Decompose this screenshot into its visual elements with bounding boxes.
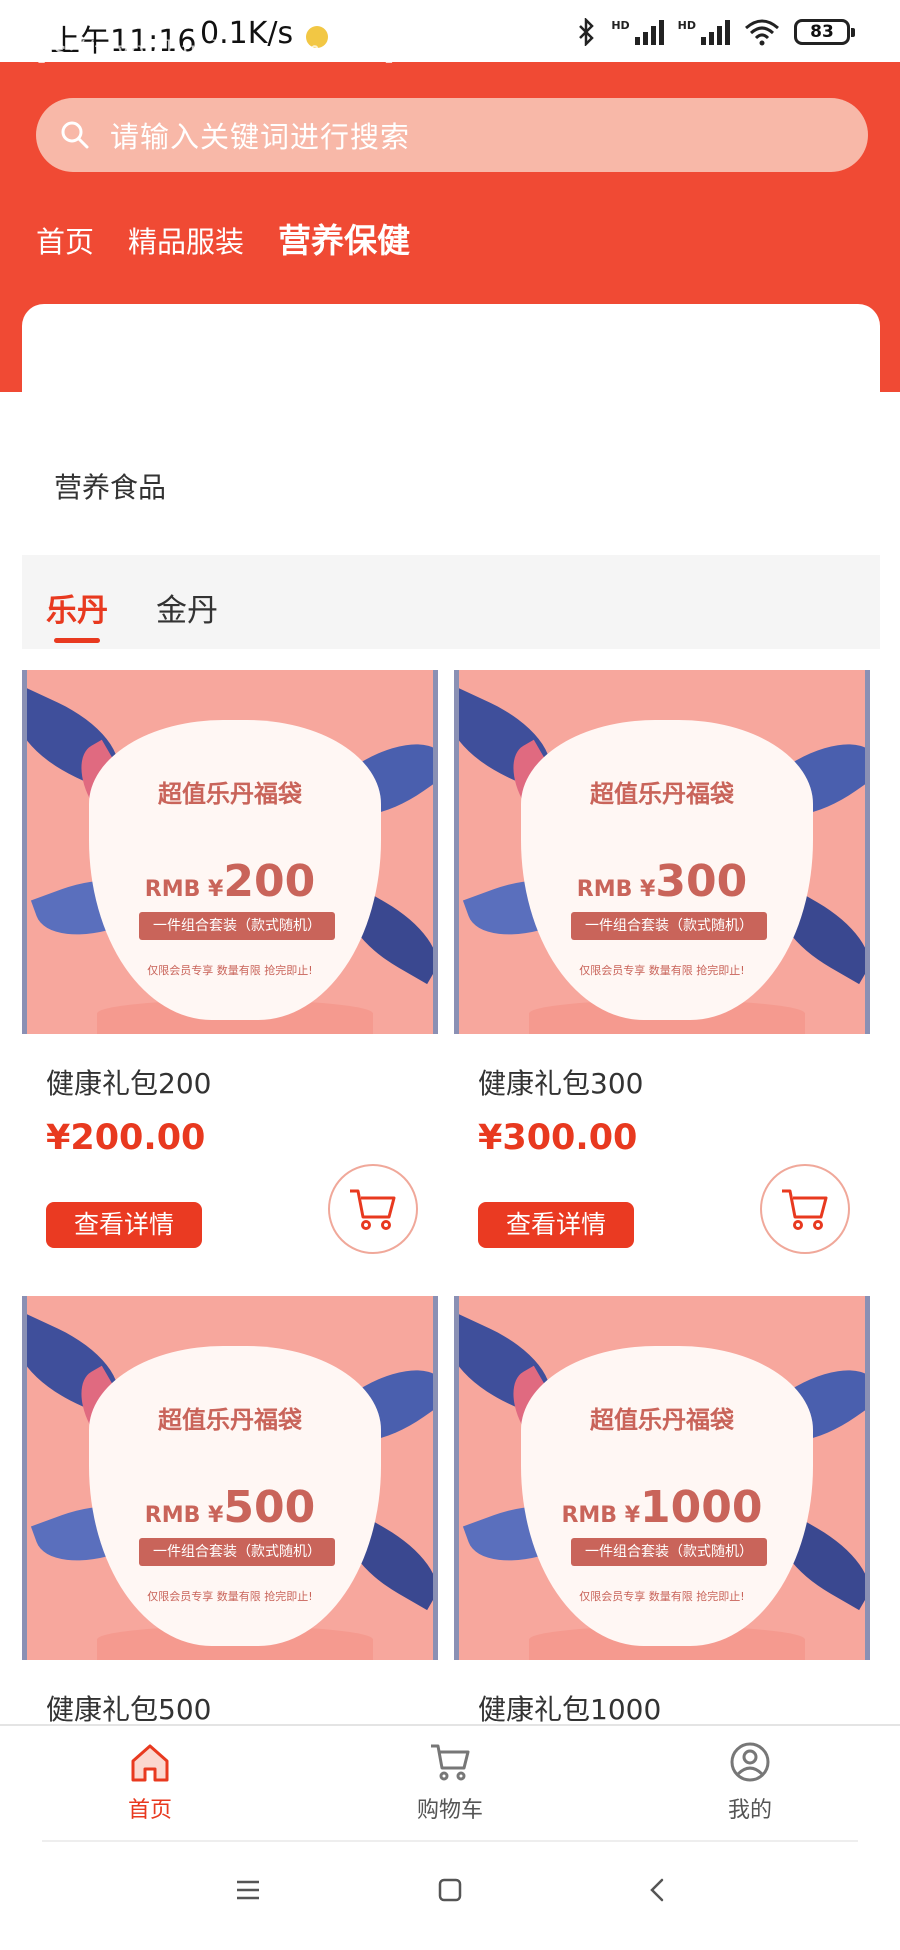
tabbar-label-home: 首页: [127, 1798, 172, 1823]
product-name[interactable]: 健康礼包1000: [478, 1688, 661, 1728]
search-icon: [61, 121, 89, 149]
banner-card: [22, 304, 880, 414]
category-tabs: 首页 精品服装 营养保健: [36, 214, 410, 262]
banner-amount: 500: [223, 1482, 316, 1533]
tabbar-item-cart[interactable]: 购物车: [380, 1740, 520, 1824]
banner-amount: 200: [223, 856, 316, 907]
cart-icon: [431, 1744, 470, 1781]
view-details-button[interactable]: 查看详情: [478, 1202, 634, 1248]
product-name[interactable]: 健康礼包200: [46, 1062, 211, 1102]
banner-ribbon: 一件组合套装（款式随机）: [139, 912, 335, 940]
search-placeholder: 请输入关键词进行搜索: [110, 120, 411, 154]
product-image[interactable]: 超值乐丹福袋 RMB ¥300 一件组合套装（款式随机） 仅限会员专享 数量有限…: [454, 670, 870, 1034]
banner-title: 超值乐丹福袋: [590, 780, 734, 808]
add-to-cart-button[interactable]: [328, 1164, 418, 1254]
banner-ribbon: 一件组合套装（款式随机）: [139, 1538, 335, 1566]
banner-currency: RMB ¥: [576, 877, 656, 902]
product-card[interactable]: 超值乐丹福袋 RMB ¥500 一件组合套装（款式随机） 仅限会员专享 数量有限…: [22, 1296, 438, 1726]
banner-currency: RMB ¥: [561, 1503, 641, 1528]
signal-1-icon: HD: [611, 19, 664, 45]
product-name[interactable]: 健康礼包500: [46, 1688, 211, 1728]
banner-title: 超值乐丹福袋: [158, 780, 302, 808]
view-details-button[interactable]: 查看详情: [46, 1202, 202, 1248]
menu-icon[interactable]: [234, 1876, 262, 1904]
sub-tab-ledan[interactable]: 乐丹: [46, 585, 108, 630]
banner-price: RMB ¥1000: [459, 1482, 865, 1533]
product-price: ¥300.00: [478, 1118, 638, 1158]
sub-tabs: 乐丹 金丹: [22, 555, 880, 649]
banner-title: 超值乐丹福袋: [590, 1406, 734, 1434]
tab-nutrition[interactable]: 营养保健: [278, 214, 410, 262]
product-card[interactable]: 超值乐丹福袋 RMB ¥300 一件组合套装（款式随机） 仅限会员专享 数量有限…: [454, 670, 870, 1254]
system-nav-bar: [0, 1842, 900, 1950]
tab-home[interactable]: 首页: [36, 219, 94, 261]
cart-icon: [782, 1189, 828, 1230]
product-card[interactable]: 超值乐丹福袋 RMB ¥200 一件组合套装（款式随机） 仅限会员专享 数量有限…: [22, 670, 438, 1254]
tabbar-item-me[interactable]: 我的: [680, 1740, 820, 1824]
banner-note: 仅限会员专享 数量有限 抢完即止!: [579, 1590, 745, 1603]
tabbar-label-cart: 购物车: [416, 1798, 483, 1823]
active-tab-indicator: [54, 638, 100, 643]
tabbar-item-home[interactable]: 首页: [80, 1740, 220, 1824]
watermark: https://www.huzhan.com/ishop44129: [0, 36, 483, 64]
home-square-icon[interactable]: [436, 1876, 464, 1904]
product-image[interactable]: 超值乐丹福袋 RMB ¥200 一件组合套装（款式随机） 仅限会员专享 数量有限…: [22, 670, 438, 1034]
tabbar-label-me: 我的: [727, 1798, 772, 1823]
bottom-tab-bar: 首页 购物车 我的: [0, 1724, 900, 1840]
product-card[interactable]: 超值乐丹福袋 RMB ¥1000 一件组合套装（款式随机） 仅限会员专享 数量有…: [454, 1296, 870, 1726]
product-image[interactable]: 超值乐丹福袋 RMB ¥500 一件组合套装（款式随机） 仅限会员专享 数量有限…: [22, 1296, 438, 1660]
banner-note: 仅限会员专享 数量有限 抢完即止!: [579, 964, 745, 977]
banner-note: 仅限会员专享 数量有限 抢完即止!: [147, 1590, 313, 1603]
banner-price: RMB ¥300: [459, 856, 865, 907]
cart-icon: [350, 1189, 396, 1230]
banner-currency: RMB ¥: [144, 1503, 224, 1528]
sub-tab-jindan[interactable]: 金丹: [156, 585, 218, 630]
signal-2-icon: HD: [678, 19, 730, 45]
bluetooth-icon: [579, 18, 595, 46]
tab-clothing[interactable]: 精品服装: [128, 219, 244, 261]
banner-price: RMB ¥500: [27, 1482, 433, 1533]
wifi-icon: [745, 19, 779, 46]
banner-ribbon: 一件组合套装（款式随机）: [571, 1538, 767, 1566]
add-to-cart-button[interactable]: [760, 1164, 850, 1254]
product-name[interactable]: 健康礼包300: [478, 1062, 643, 1102]
back-icon[interactable]: [644, 1876, 672, 1904]
banner-title: 超值乐丹福袋: [158, 1406, 302, 1434]
search-input[interactable]: 请输入关键词进行搜索: [36, 98, 868, 172]
banner-amount: 300: [655, 856, 748, 907]
banner-currency: RMB ¥: [144, 877, 224, 902]
status-icons: HD HD 83: [577, 18, 855, 46]
banner-ribbon: 一件组合套装（款式随机）: [571, 912, 767, 940]
user-icon: [730, 1742, 770, 1782]
banner-price: RMB ¥200: [27, 856, 433, 907]
banner-amount: 1000: [640, 1482, 763, 1533]
banner-note: 仅限会员专享 数量有限 抢完即止!: [147, 964, 313, 977]
section-title: 营养食品: [54, 471, 167, 504]
home-icon: [131, 1744, 169, 1782]
product-price: ¥200.00: [46, 1118, 206, 1158]
battery-indicator: 83: [794, 19, 855, 45]
product-image[interactable]: 超值乐丹福袋 RMB ¥1000 一件组合套装（款式随机） 仅限会员专享 数量有…: [454, 1296, 870, 1660]
